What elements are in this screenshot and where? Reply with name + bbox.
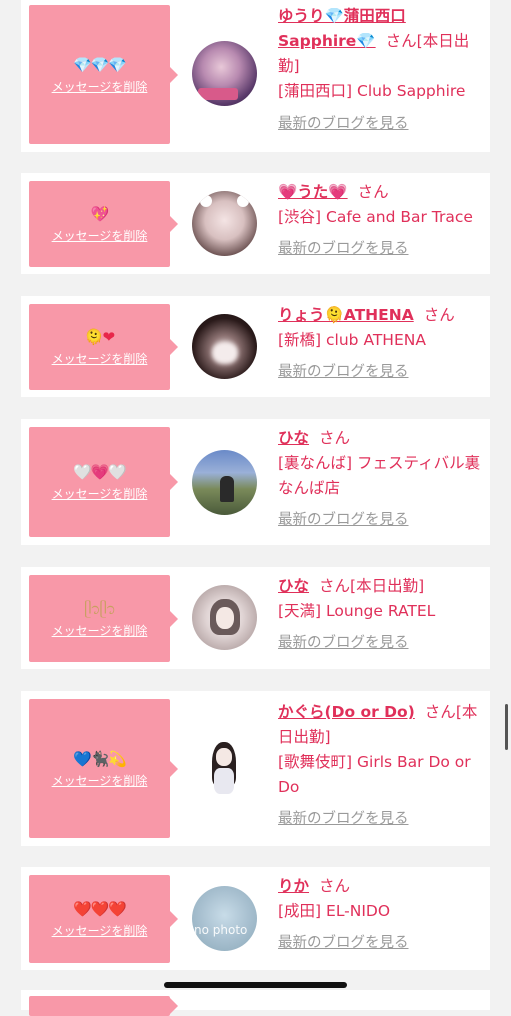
- shop-name: [歌舞伎町] Girls Bar Do or Do: [278, 753, 471, 796]
- honorific: さん: [424, 703, 456, 721]
- cast-name-link[interactable]: かぐら(Do or Do): [278, 703, 415, 721]
- cast-info: ひな さん [裏なんば] フェスティバル裏なんば店 最新のブログを見る: [278, 426, 484, 533]
- cast-name-link[interactable]: りか: [278, 877, 309, 895]
- cast-info: 💗うた💗 さん [渋谷] Cafe and Bar Trace 最新のブログを見る: [278, 180, 484, 262]
- latest-blog-link[interactable]: 最新のブログを見る: [278, 807, 409, 832]
- list-item: [21, 990, 490, 1016]
- delete-message-panel[interactable]: 💖 メッセージを削除: [29, 181, 178, 267]
- list-item: 🤍💗🤍 メッセージを削除 ひな さん [裏なんば] フェスティバル裏なんば店 最新…: [21, 419, 490, 545]
- delete-message-panel[interactable]: 💙🐈‍⬛💫 メッセージを削除: [29, 699, 178, 838]
- latest-blog-link[interactable]: 最新のブログを見る: [278, 112, 409, 137]
- no-photo-label: no photo: [194, 923, 248, 937]
- latest-blog-link[interactable]: 最新のブログを見る: [278, 360, 409, 385]
- cast-info: ゆうり💎蒲田西口Sapphire💎 さん[本日出勤] [蒲田西口] Club Sa…: [278, 4, 484, 137]
- delete-message-link[interactable]: メッセージを削除: [52, 623, 148, 639]
- cast-name-link[interactable]: りょう🫠ATHENA: [278, 306, 414, 324]
- delete-message-panel[interactable]: ᥫ᭡ᥫ᭡ メッセージを削除: [29, 575, 178, 662]
- cast-info: ひな さん[本日出勤] [天満] Lounge RATEL 最新のブログを見る: [278, 574, 484, 656]
- shop-name: [天満] Lounge RATEL: [278, 602, 436, 620]
- delete-message-panel[interactable]: 🫠❤ メッセージを削除: [29, 304, 178, 390]
- honorific: さん: [385, 32, 417, 50]
- status-text: [本日出勤]: [350, 577, 425, 595]
- honorific: さん: [319, 577, 351, 595]
- avatar[interactable]: no photo: [192, 886, 257, 951]
- emoji-label: ❤️❤️❤️: [72, 900, 127, 918]
- cast-name-link[interactable]: ひな: [278, 429, 309, 447]
- cast-info: りか さん [成田] EL-NIDO 最新のブログを見る: [278, 874, 484, 956]
- cast-name-link[interactable]: ひな: [278, 577, 309, 595]
- shop-name: [渋谷] Cafe and Bar Trace: [278, 208, 473, 226]
- delete-message-link[interactable]: メッセージを削除: [52, 486, 148, 502]
- emoji-label: 🫠❤: [84, 328, 115, 346]
- shop-name: [裏なんば] フェスティバル裏なんば店: [278, 454, 481, 497]
- list-item: 💎💎💎 メッセージを削除 ゆうり💎蒲田西口Sapphire💎 さん[本日出勤] […: [21, 0, 490, 152]
- list-item: ᥫ᭡ᥫ᭡ メッセージを削除 ひな さん[本日出勤] [天満] Lounge RAT…: [21, 567, 490, 669]
- avatar[interactable]: [192, 191, 257, 256]
- honorific: さん: [319, 429, 351, 447]
- delete-message-panel[interactable]: ❤️❤️❤️ メッセージを削除: [29, 875, 178, 963]
- shop-name: [成田] EL-NIDO: [278, 902, 391, 920]
- cast-name-link[interactable]: 💗うた💗: [278, 183, 348, 201]
- avatar[interactable]: [192, 41, 257, 106]
- scrollbar[interactable]: [505, 704, 508, 750]
- avatar[interactable]: [192, 585, 257, 650]
- delete-message-panel[interactable]: 💎💎💎 メッセージを削除: [29, 5, 178, 144]
- avatar[interactable]: [192, 450, 257, 515]
- honorific: さん: [319, 877, 351, 895]
- emoji-label: 💎💎💎: [72, 55, 127, 74]
- delete-message-link[interactable]: メッセージを削除: [52, 923, 148, 939]
- avatar[interactable]: [192, 736, 257, 801]
- emoji-label: 💖: [90, 205, 110, 223]
- honorific: さん: [423, 306, 455, 324]
- list-item: 💖 メッセージを削除 💗うた💗 さん [渋谷] Cafe and Bar Trac…: [21, 173, 490, 274]
- delete-message-link[interactable]: メッセージを削除: [52, 228, 148, 244]
- emoji-label: 💙🐈‍⬛💫: [72, 749, 127, 768]
- delete-message-link[interactable]: メッセージを削除: [52, 351, 148, 367]
- emoji-label: 🤍💗🤍: [72, 463, 127, 481]
- list-item: 💙🐈‍⬛💫 メッセージを削除 かぐら(Do or Do) さん[本日出勤] [歌舞…: [21, 691, 490, 846]
- list-item: 🫠❤ メッセージを削除 りょう🫠ATHENA さん [新橋] club ATHEN…: [21, 296, 490, 397]
- latest-blog-link[interactable]: 最新のブログを見る: [278, 631, 409, 656]
- shop-name: [蒲田西口] Club Sapphire: [278, 82, 466, 100]
- avatar[interactable]: [192, 314, 257, 379]
- delete-message-panel[interactable]: [29, 996, 178, 1016]
- delete-message-link[interactable]: メッセージを削除: [52, 773, 148, 789]
- list-item: ❤️❤️❤️ メッセージを削除 no photo りか さん [成田] EL-NI…: [21, 867, 490, 970]
- latest-blog-link[interactable]: 最新のブログを見る: [278, 931, 409, 956]
- honorific: さん: [357, 183, 389, 201]
- shop-name: [新橋] club ATHENA: [278, 331, 426, 349]
- latest-blog-link[interactable]: 最新のブログを見る: [278, 508, 409, 533]
- delete-message-link[interactable]: メッセージを削除: [52, 79, 148, 95]
- latest-blog-link[interactable]: 最新のブログを見る: [278, 237, 409, 262]
- cast-info: りょう🫠ATHENA さん [新橋] club ATHENA 最新のブログを見る: [278, 303, 484, 385]
- emoji-label: ᥫ᭡ᥫ᭡: [84, 599, 116, 618]
- cast-info: かぐら(Do or Do) さん[本日出勤] [歌舞伎町] Girls Bar D…: [278, 700, 484, 832]
- home-indicator[interactable]: [164, 982, 347, 988]
- delete-message-panel[interactable]: 🤍💗🤍 メッセージを削除: [29, 427, 178, 537]
